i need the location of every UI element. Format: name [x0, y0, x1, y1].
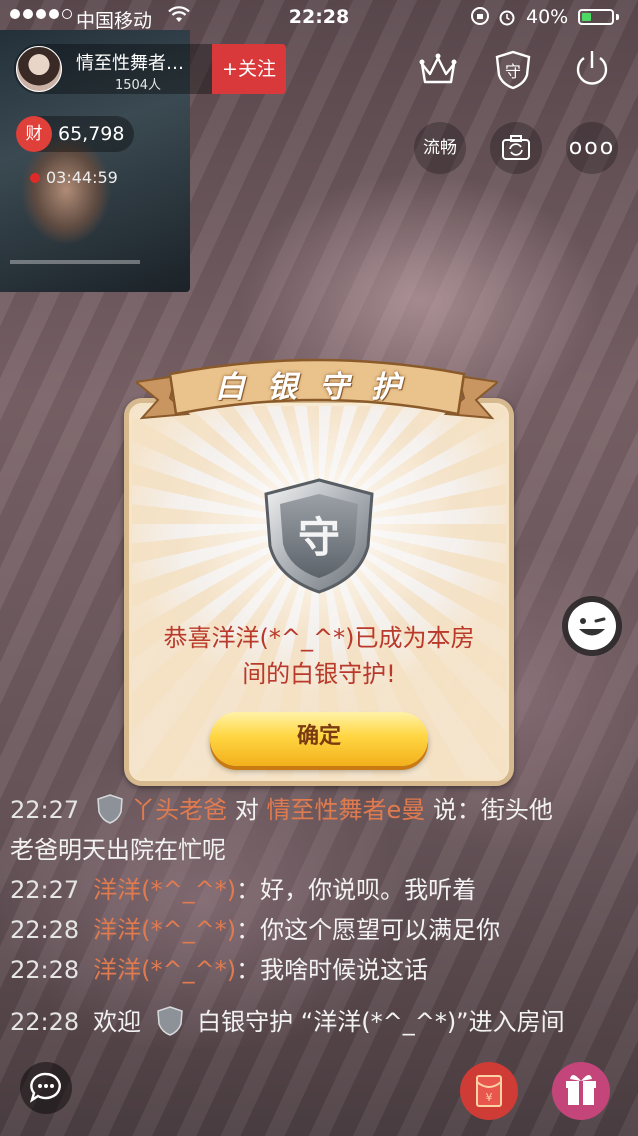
chat-message: 22:27 洋洋(*^_^*)：好，你说呗。我听着 — [10, 870, 622, 910]
chat-text: ：你这个愿望可以满足你 — [236, 916, 501, 944]
chat-text-continued: 老爸明天出院在忙呢 — [10, 836, 226, 864]
wealth-badge: 财 — [16, 116, 52, 152]
chat-message: 22:28 洋洋(*^_^*)：你这个愿望可以满足你 — [10, 910, 622, 950]
orientation-lock-icon — [470, 6, 490, 31]
chat-message: 22:27 丫头老爸 对 情至性舞者e曼 说：街头他 老爸明天出院在忙呢 — [10, 790, 622, 870]
more-icon[interactable]: ooo — [566, 122, 618, 174]
dialog-title: 白银守护 — [215, 370, 423, 405]
guard-badge-icon — [157, 1006, 183, 1036]
chat-list: 22:27 丫头老爸 对 情至性舞者e曼 说：街头他 老爸明天出院在忙呢 22:2… — [10, 790, 622, 1042]
dialog-message: 恭喜洋洋(*^_^*)已成为本房 间的白银守护! — [140, 620, 498, 692]
live-duration: 03:44:59 — [46, 168, 118, 187]
chat-welcome-message: 22:28 欢迎 白银守护 “洋洋(*^_^*)”进入房间 — [10, 1002, 622, 1042]
viewer-count: 1504人 — [114, 78, 162, 93]
power-icon[interactable] — [572, 48, 612, 90]
guard-badge-icon — [97, 794, 123, 824]
battery-fill — [582, 13, 591, 21]
chat-time: 22:27 — [10, 796, 80, 824]
chat-connector: 对 — [234, 796, 259, 824]
silver-guard-badge-icon: 守 — [264, 478, 374, 594]
wealth-counter[interactable]: 财 65,798 — [16, 116, 134, 152]
red-envelope-icon[interactable]: ¥ — [460, 1062, 518, 1120]
video-subtitle-bar — [10, 260, 140, 264]
host-info[interactable]: 情至性舞者… 1504人 +关注 — [14, 44, 286, 94]
svg-text:守: 守 — [505, 62, 521, 81]
chat-text: ：我啥时候说这话 — [236, 956, 429, 984]
chat-text: 白银守护 “洋洋(*^_^*)”进入房间 — [197, 1008, 565, 1036]
chat-username[interactable]: 洋洋(*^_^*) — [93, 916, 236, 944]
chat-text: ：好，你说呗。我听着 — [236, 876, 477, 904]
camera-switch-icon[interactable] — [490, 122, 542, 174]
svg-text:¥: ¥ — [486, 1091, 493, 1104]
dialog-message-line2: 间的白银守护! — [242, 660, 396, 688]
chat-username[interactable]: 洋洋(*^_^*) — [93, 876, 236, 904]
host-avatar[interactable] — [16, 46, 62, 92]
dialog-message-line1: 恭喜洋洋(*^_^*)已成为本房 — [163, 624, 475, 652]
gift-icon[interactable] — [552, 1062, 610, 1120]
live-indicator-dot — [30, 173, 40, 183]
chat-bubble-icon[interactable] — [20, 1062, 72, 1114]
chat-time: 22:28 — [10, 916, 80, 944]
chat-time: 22:28 — [10, 956, 80, 984]
chat-username[interactable]: 洋洋(*^_^*) — [93, 956, 236, 984]
alarm-icon — [498, 8, 516, 31]
battery-tip — [616, 14, 619, 20]
chat-welcome-label: 欢迎 — [93, 1008, 142, 1036]
confirm-button[interactable]: 确定 — [210, 712, 428, 766]
quality-button[interactable]: 流畅 — [414, 122, 466, 174]
follow-button[interactable]: +关注 — [212, 44, 286, 94]
chat-target-user[interactable]: 情至性舞者e曼 — [266, 796, 425, 824]
chat-message: 22:28 洋洋(*^_^*)：我啥时候说这话 — [10, 950, 622, 990]
guard-shield-icon[interactable]: 守 — [494, 50, 532, 90]
crown-icon[interactable] — [418, 52, 458, 88]
host-name: 情至性舞者… — [76, 53, 184, 74]
wealth-value: 65,798 — [58, 123, 125, 145]
chat-username[interactable]: 丫头老爸 — [131, 796, 227, 824]
chat-time: 22:27 — [10, 876, 80, 904]
emoji-icon[interactable] — [562, 596, 622, 656]
status-bar: 中国移动 22:28 40% — [0, 0, 638, 36]
chat-text: 说：街头他 — [432, 796, 553, 824]
chat-time: 22:28 — [10, 1008, 80, 1036]
battery-icon — [578, 9, 614, 25]
badge-character: 守 — [298, 513, 340, 562]
battery-percentage: 40% — [526, 6, 569, 28]
